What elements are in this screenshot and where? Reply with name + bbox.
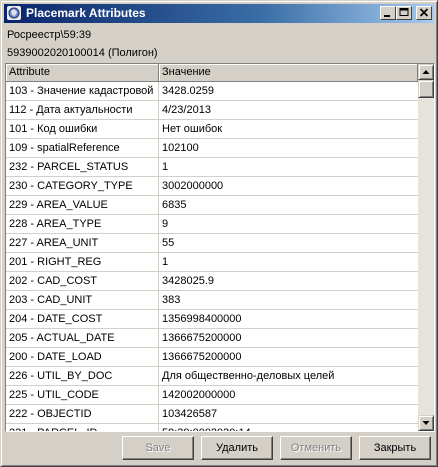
table-row[interactable]: 101 - Код ошибки Нет ошибок — [6, 120, 418, 139]
table-row[interactable]: 201 - RIGHT_REG 1 — [6, 253, 418, 272]
arrow-up-icon — [422, 70, 430, 74]
attribute-name-cell: 226 - UTIL_BY_DOC — [6, 367, 159, 385]
layer-path: Росреестр\59:39 — [7, 29, 92, 41]
table-row[interactable]: 200 - DATE_LOAD 1366675200000 — [6, 348, 418, 367]
table-row[interactable]: 109 - spatialReference 102100 — [6, 139, 418, 158]
attribute-name-cell: 222 - OBJECTID — [6, 405, 159, 423]
cancel-button[interactable]: Отменить — [280, 436, 352, 460]
delete-button[interactable]: Удалить — [201, 436, 273, 460]
attribute-name-cell: 101 - Код ошибки — [6, 120, 159, 138]
table-row[interactable]: 225 - UTIL_CODE 142002000000 — [6, 386, 418, 405]
object-id-label: 5939002020100014 (Полигон) — [7, 47, 158, 59]
attribute-value-cell[interactable]: 3428.0259 — [159, 82, 418, 100]
attribute-name-cell: 225 - UTIL_CODE — [6, 386, 159, 404]
table-row[interactable]: 112 - Дата актуальности 4/23/2013 — [6, 101, 418, 120]
attribute-value-cell[interactable]: 142002000000 — [159, 386, 418, 404]
attribute-name-cell: 200 - DATE_LOAD — [6, 348, 159, 366]
table-row[interactable]: 204 - DATE_COST 1356998400000 — [6, 310, 418, 329]
attribute-name-cell: 103 - Значение кадастровой — [6, 82, 159, 100]
close-icon — [419, 8, 429, 17]
attribute-name-cell: 203 - CAD_UNIT — [6, 291, 159, 309]
attribute-value-cell[interactable]: 6835 — [159, 196, 418, 214]
attribute-value-cell[interactable]: 3428025.9 — [159, 272, 418, 290]
attribute-name-cell: 228 - AREA_TYPE — [6, 215, 159, 233]
table-row[interactable]: 222 - OBJECTID 103426587 — [6, 405, 418, 424]
attribute-name-cell: 109 - spatialReference — [6, 139, 159, 157]
attribute-value-cell[interactable]: 3002000000 — [159, 177, 418, 195]
minimize-button[interactable] — [380, 6, 396, 20]
placemark-attributes-window: Placemark Attributes Росреестр\59:39 593… — [0, 0, 438, 467]
close-window-button[interactable] — [416, 6, 432, 20]
table-body: 103 - Значение кадастровой 3428.0259 112 -… — [6, 82, 418, 431]
title-bar[interactable]: Placemark Attributes — [4, 4, 434, 23]
attribute-value-cell[interactable]: 103426587 — [159, 405, 418, 423]
attribute-value-cell[interactable]: 1 — [159, 253, 418, 271]
window-title: Placemark Attributes — [26, 6, 146, 20]
scroll-down-button[interactable] — [418, 415, 434, 431]
attribute-value-cell[interactable]: 55 — [159, 234, 418, 252]
attribute-name-cell: 202 - CAD_COST — [6, 272, 159, 290]
attribute-value-cell[interactable]: 383 — [159, 291, 418, 309]
attribute-name-cell: 230 - CATEGORY_TYPE — [6, 177, 159, 195]
attribute-name-cell: 204 - DATE_COST — [6, 310, 159, 328]
column-header-attribute[interactable]: Attribute — [6, 64, 159, 81]
attribute-value-cell[interactable]: Нет ошибок — [159, 120, 418, 138]
close-button[interactable]: Закрыть — [359, 436, 431, 460]
scroll-up-button[interactable] — [418, 64, 434, 80]
table-row[interactable]: 230 - CATEGORY_TYPE 3002000000 — [6, 177, 418, 196]
attribute-value-cell[interactable]: 1366675200000 — [159, 329, 418, 347]
attribute-value-cell[interactable]: 59:39:0002020:14 — [159, 424, 418, 431]
table-row[interactable]: 203 - CAD_UNIT 383 — [6, 291, 418, 310]
table-row[interactable]: 228 - AREA_TYPE 9 — [6, 215, 418, 234]
table-row[interactable]: 229 - AREA_VALUE 6835 — [6, 196, 418, 215]
attribute-name-cell: 221 - PARCEL_ID — [6, 424, 159, 431]
maximize-icon — [399, 8, 409, 16]
attribute-value-cell[interactable]: 1 — [159, 158, 418, 176]
column-header-value[interactable]: Значение — [159, 64, 418, 81]
table-row[interactable]: 202 - CAD_COST 3428025.9 — [6, 272, 418, 291]
attribute-value-cell[interactable]: 1366675200000 — [159, 348, 418, 366]
table-row[interactable]: 221 - PARCEL_ID59:39:0002020:14 — [6, 424, 418, 431]
attribute-name-cell: 227 - AREA_UNIT — [6, 234, 159, 252]
table-row[interactable]: 226 - UTIL_BY_DOC Для общественно-деловых… — [6, 367, 418, 386]
app-icon — [7, 6, 21, 20]
minimize-icon — [384, 15, 390, 17]
arrow-down-icon — [422, 421, 430, 425]
table-header: Attribute Значение — [6, 64, 418, 82]
attribute-name-cell: 229 - AREA_VALUE — [6, 196, 159, 214]
attributes-table[interactable]: Attribute Значение 103 - Значение кадаст… — [5, 63, 435, 432]
attribute-name-cell: 201 - RIGHT_REG — [6, 253, 159, 271]
attribute-name-cell: 232 - PARCEL_STATUS — [6, 158, 159, 176]
attribute-value-cell[interactable]: 9 — [159, 215, 418, 233]
table-row[interactable]: 232 - PARCEL_STATUS 1 — [6, 158, 418, 177]
attribute-value-cell[interactable]: Для общественно-деловых целей — [159, 367, 418, 385]
save-button[interactable]: Save — [122, 436, 194, 460]
maximize-button[interactable] — [396, 6, 412, 20]
vertical-scrollbar[interactable] — [418, 64, 434, 431]
attribute-value-cell[interactable]: 102100 — [159, 139, 418, 157]
table-row[interactable]: 103 - Значение кадастровой 3428.0259 — [6, 82, 418, 101]
scroll-thumb[interactable] — [418, 80, 434, 98]
attribute-name-cell: 205 - ACTUAL_DATE — [6, 329, 159, 347]
attribute-name-cell: 112 - Дата актуальности — [6, 101, 159, 119]
attribute-value-cell[interactable]: 4/23/2013 — [159, 101, 418, 119]
attribute-value-cell[interactable]: 1356998400000 — [159, 310, 418, 328]
table-row[interactable]: 227 - AREA_UNIT 55 — [6, 234, 418, 253]
table-row[interactable]: 205 - ACTUAL_DATE 1366675200000 — [6, 329, 418, 348]
